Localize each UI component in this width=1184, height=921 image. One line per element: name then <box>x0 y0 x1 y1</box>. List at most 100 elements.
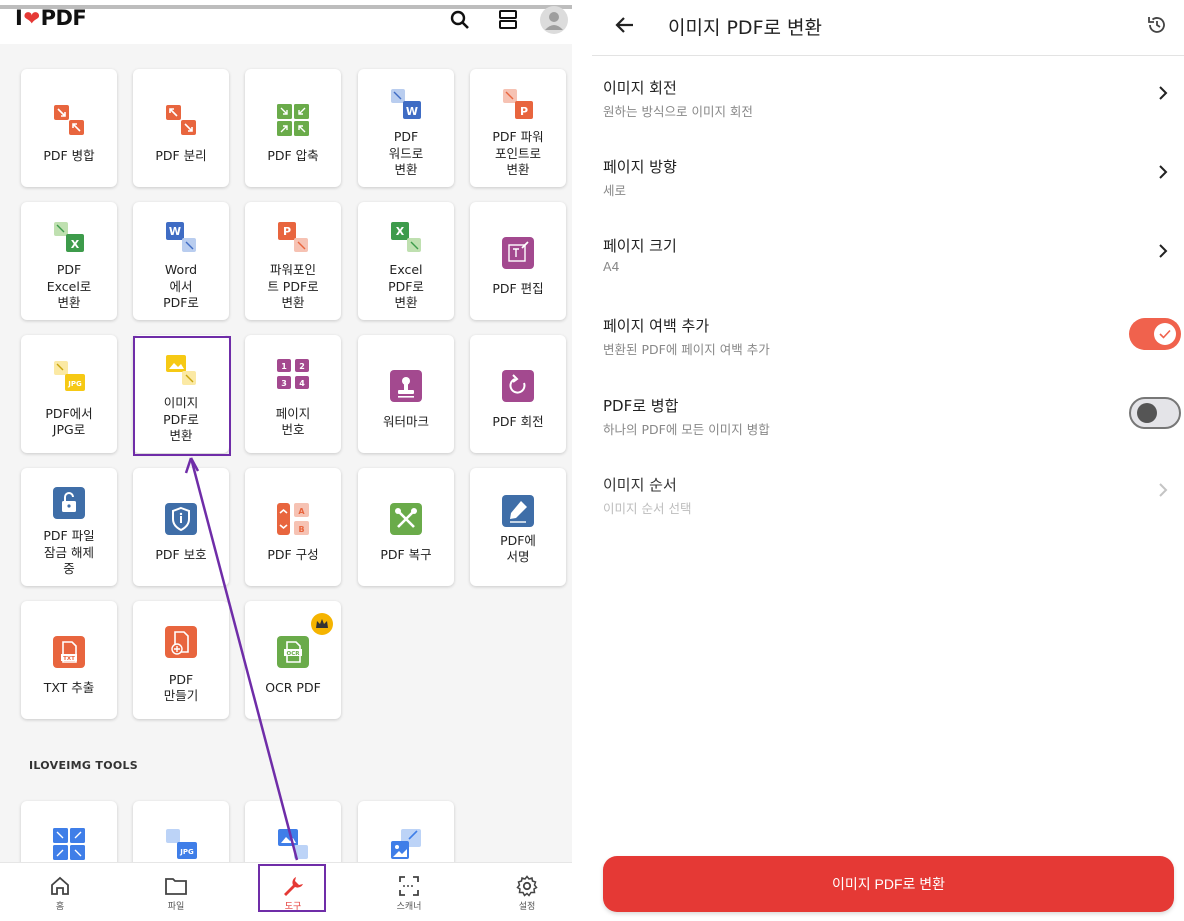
word-icon: W <box>391 89 421 119</box>
option-value: 원하는 방식으로 이미지 회전 <box>603 104 753 119</box>
option-title: 페이지 방향 <box>603 158 677 176</box>
tool-label: 워터마크 <box>382 413 429 429</box>
jpg-icon: JPG <box>166 829 197 859</box>
tool-rotate-pdf[interactable]: PDF 회전 <box>470 335 566 453</box>
layout-icon[interactable] <box>496 8 520 32</box>
tool-pdf-to-excel[interactable]: X PDF Excel로 변환 <box>21 202 117 320</box>
option-image-order[interactable]: 이미지 순서 이미지 순서 선택 <box>592 474 1184 552</box>
tool-repair-pdf[interactable]: PDF 복구 <box>358 468 454 586</box>
tool-label: PDF 만들기 <box>163 671 199 704</box>
nav-scanner[interactable]: 스캐너 <box>374 863 444 921</box>
tool-pdf-to-jpg[interactable]: JPG PDF에서 JPG로 <box>21 335 117 453</box>
compress-image-icon <box>53 828 85 860</box>
tool-protect-pdf[interactable]: PDF 보호 <box>133 468 229 586</box>
tool-merge-pdf[interactable]: PDF 병합 <box>21 69 117 187</box>
tool-split-pdf[interactable]: PDF 분리 <box>133 69 229 187</box>
svg-text:1: 1 <box>281 362 287 371</box>
nav-files[interactable]: 파일 <box>141 863 211 921</box>
resize-image-icon <box>391 829 421 859</box>
tool-edit-pdf[interactable]: PDF 편집 <box>470 202 566 320</box>
nav-label: 설정 <box>518 902 536 912</box>
tool-organize-pdf[interactable]: AB PDF 구성 <box>245 468 341 586</box>
tool-label: PDF 분리 <box>155 147 207 163</box>
option-title: PDF로 병합 <box>603 397 679 415</box>
tool-iloveimg-resize[interactable] <box>358 801 454 871</box>
merge-toggle[interactable] <box>1129 397 1181 429</box>
rotate-icon <box>502 370 534 402</box>
tool-label: PDF 파일 잠금 해제 중 <box>43 530 95 576</box>
option-page-margin: 페이지 여백 추가 변환된 PDF에 페이지 여백 추가 <box>592 315 1184 393</box>
option-value: 변환된 PDF에 페이지 여백 추가 <box>603 342 770 357</box>
tool-label: PDF 보호 <box>155 546 207 562</box>
watermark-icon <box>390 370 422 402</box>
tool-word-to-pdf[interactable]: W Word 에서 PDF로 <box>133 202 229 320</box>
tool-label: PDF에 서명 <box>500 532 536 565</box>
tools-screen: I ❤ PDF PDF 병합 PDF 분리 PDF 압축 W PDF 워드로 변… <box>0 0 572 921</box>
chevron-right-icon <box>1159 244 1168 258</box>
svg-text:TXT: TXT <box>63 656 75 662</box>
option-title: 페이지 크기 <box>603 237 677 255</box>
tool-create-pdf[interactable]: PDF 만들기 <box>133 601 229 719</box>
option-title: 이미지 회전 <box>603 79 677 97</box>
tool-iloveimg-convert[interactable] <box>245 801 341 871</box>
jpg-icon: JPG <box>54 361 85 391</box>
option-merge-to-pdf: PDF로 병합 하나의 PDF에 모든 이미지 병합 <box>592 395 1184 473</box>
toggle-knob <box>1154 323 1176 345</box>
app-top-bar: I ❤ PDF <box>0 0 572 44</box>
chevron-right-icon <box>1159 86 1168 100</box>
tool-label: PDF 워드로 변환 <box>388 131 424 177</box>
page-margin-toggle[interactable] <box>1129 318 1181 350</box>
image-to-pdf-options-screen: 이미지 PDF로 변환 이미지 회전 원하는 방식으로 이미지 회전 페이지 방… <box>592 0 1184 921</box>
selection-highlight <box>133 336 231 456</box>
excel-icon: X <box>391 222 421 252</box>
tool-iloveimg-compress[interactable] <box>21 801 117 871</box>
search-icon[interactable] <box>448 8 472 32</box>
logo-suffix: PDF <box>40 6 87 30</box>
split-icon <box>166 105 196 135</box>
unlock-icon <box>53 487 85 519</box>
option-value: 세로 <box>603 183 627 198</box>
chevron-right-icon <box>1159 483 1168 497</box>
tool-extract-txt[interactable]: TXT TXT 추출 <box>21 601 117 719</box>
tool-ocr-pdf[interactable]: OCR OCR PDF <box>245 601 341 719</box>
create-pdf-icon <box>165 626 197 658</box>
tool-powerpoint-to-pdf[interactable]: P 파워포인 트 PDF로 변환 <box>245 202 341 320</box>
tool-label: TXT 추출 <box>43 679 95 695</box>
tool-label: 페이지 번호 <box>275 405 311 438</box>
tool-excel-to-pdf[interactable]: X Excel PDF로 변환 <box>358 202 454 320</box>
page-title: 이미지 PDF로 변환 <box>668 17 822 39</box>
check-icon <box>1159 329 1171 339</box>
svg-text:A: A <box>298 507 305 516</box>
tool-page-numbers[interactable]: 1 2 3 4 페이지 번호 <box>245 335 341 453</box>
svg-text:B: B <box>298 525 304 534</box>
svg-text:X: X <box>71 238 80 251</box>
option-title: 페이지 여백 추가 <box>603 317 710 335</box>
svg-text:OCR: OCR <box>287 651 301 657</box>
tool-label: PDF 복구 <box>380 546 432 562</box>
tool-pdf-to-powerpoint[interactable]: P PDF 파워 포인트로 변환 <box>470 69 566 187</box>
tool-iloveimg-to-jpg[interactable]: JPG <box>133 801 229 871</box>
option-page-orientation[interactable]: 페이지 방향 세로 <box>592 156 1184 234</box>
convert-button[interactable]: 이미지 PDF로 변환 <box>603 856 1174 912</box>
ocr-icon: OCR <box>277 636 309 668</box>
avatar-icon[interactable] <box>540 6 568 34</box>
history-icon[interactable] <box>1146 14 1168 36</box>
tool-watermark[interactable]: 워터마크 <box>358 335 454 453</box>
tool-pdf-to-word[interactable]: W PDF 워드로 변환 <box>358 69 454 187</box>
nav-home[interactable]: 홈 <box>25 863 95 921</box>
image-icon <box>278 829 308 859</box>
tool-compress-pdf[interactable]: PDF 압축 <box>245 69 341 187</box>
tool-label: PDF에서 JPG로 <box>45 405 93 438</box>
tool-unlock-pdf[interactable]: PDF 파일 잠금 해제 중 <box>21 468 117 586</box>
svg-text:4: 4 <box>299 379 305 388</box>
options-header: 이미지 PDF로 변환 <box>592 0 1184 56</box>
tool-sign-pdf[interactable]: PDF에 서명 <box>470 468 566 586</box>
back-arrow-icon[interactable] <box>614 14 636 36</box>
option-page-size[interactable]: 페이지 크기 A4 <box>592 235 1184 313</box>
option-value: 하나의 PDF에 모든 이미지 병합 <box>603 422 770 437</box>
option-rotate-image[interactable]: 이미지 회전 원하는 방식으로 이미지 회전 <box>592 77 1184 155</box>
svg-text:JPG: JPG <box>179 848 194 856</box>
word-icon: W <box>166 222 196 252</box>
nav-settings[interactable]: 설정 <box>492 863 562 921</box>
tool-label: PDF 파워 포인트로 변환 <box>492 131 544 177</box>
